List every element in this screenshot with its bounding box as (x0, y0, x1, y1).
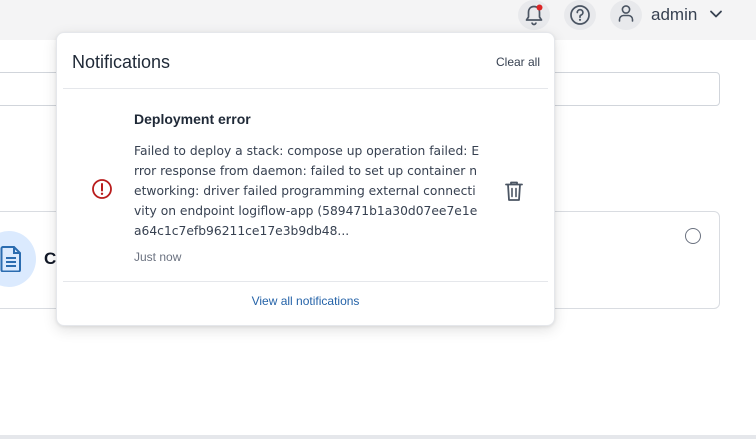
trash-icon[interactable] (504, 180, 524, 207)
help-circle-icon (569, 4, 591, 26)
notification-item[interactable]: Deployment error Failed to deploy a stac… (63, 89, 548, 280)
notifications-button[interactable] (518, 0, 550, 30)
notification-message: Failed to deploy a stack: compose up ope… (134, 144, 480, 238)
error-circle-icon (91, 178, 113, 205)
user-icon (616, 3, 636, 28)
notifications-title: Notifications (72, 52, 171, 72)
chevron-down-icon[interactable] (709, 6, 723, 24)
user-avatar (610, 0, 642, 30)
page: C admin Notifications Clear all Deployme… (0, 0, 756, 439)
help-button[interactable] (564, 0, 596, 30)
notification-timestamp: Just now (134, 250, 182, 264)
stack-card-radio[interactable] (685, 228, 701, 244)
top-bar: admin (0, 0, 756, 30)
clear-all-button[interactable]: Clear all (496, 55, 540, 69)
view-all-notifications-link[interactable]: View all notifications (57, 294, 554, 308)
bottom-divider (0, 435, 756, 439)
username-label: admin (651, 5, 698, 24)
user-menu[interactable]: admin (610, 0, 723, 30)
notifications-dropdown: Notifications Clear all Deployment error… (56, 32, 555, 326)
notification-title: Deployment error (134, 111, 251, 127)
notifications-header: Notifications Clear all (57, 33, 554, 89)
notification-badge (536, 4, 543, 11)
divider (63, 281, 548, 282)
bell-icon (524, 4, 544, 26)
stack-card-title: C (44, 249, 57, 268)
